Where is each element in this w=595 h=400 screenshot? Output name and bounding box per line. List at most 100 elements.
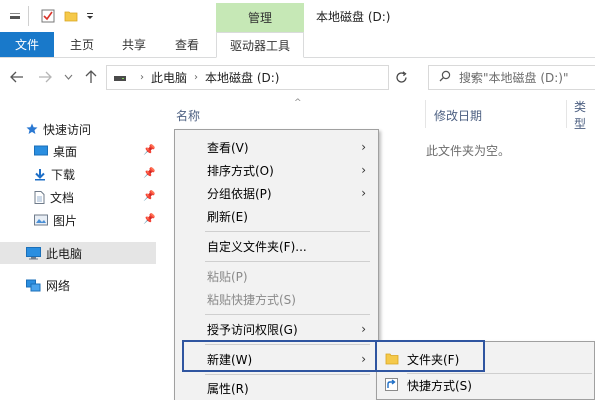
new-submenu: 文件夹(F) 快捷方式(S) (376, 341, 595, 400)
menu-item-label: 属性(R) (207, 381, 249, 396)
menu-item-label: 刷新(E) (207, 209, 248, 224)
tab-home[interactable]: 主页 (58, 32, 106, 57)
sidebar-item-desktop[interactable]: 桌面 (34, 140, 77, 162)
menu-item-label: 授予访问权限(G) (207, 322, 298, 337)
address-bar-row: › 此电脑 › 本地磁盘 (D:) ⌄ 搜索"本地磁盘 (D:)" (0, 58, 595, 98)
customize-quick-access-icon[interactable] (84, 8, 96, 24)
breadcrumb-local-disk-d[interactable]: 本地磁盘 (D:) (205, 69, 279, 86)
sidebar-item-label: 文档 (50, 190, 75, 205)
submenu-item-shortcut[interactable]: 快捷方式(S) (377, 374, 594, 396)
column-header-name[interactable]: 名称 (176, 105, 200, 125)
system-menu-icon[interactable] (8, 8, 22, 24)
menu-item-view[interactable]: 查看(V) › (175, 136, 378, 158)
title-bar: 管理 本地磁盘 (D:) (0, 0, 595, 32)
navigation-pane: 快速访问 桌面 📌 下载 📌 文档 📌 图片 📌 此电脑 网络 (0, 98, 166, 400)
documents-icon (34, 190, 45, 204)
new-folder-icon[interactable] (63, 8, 79, 24)
pin-icon[interactable]: 📌 (143, 168, 155, 179)
menu-separator (205, 374, 370, 375)
quick-access-divider (28, 6, 29, 26)
menu-item-customize-folder[interactable]: 自定义文件夹(F)... (175, 235, 378, 257)
explorer-window: 管理 本地磁盘 (D:) 文件 主页 共享 查看 驱动器工具 › 此电脑 › 本… (0, 0, 595, 400)
empty-folder-message: 此文件夹为空。 (426, 144, 511, 158)
breadcrumb-this-pc[interactable]: 此电脑 (151, 69, 187, 86)
menu-item-paste-shortcut: 粘贴快捷方式(S) (175, 288, 378, 310)
back-arrow-icon[interactable] (8, 68, 26, 86)
submenu-item-folder[interactable]: 文件夹(F) (377, 348, 594, 370)
menu-separator (205, 261, 370, 262)
column-header-type[interactable]: 类型 (574, 100, 595, 131)
shortcut-icon (385, 378, 398, 394)
star-icon (26, 123, 38, 135)
download-icon (34, 168, 46, 181)
sidebar-item-pictures[interactable]: 图片 (34, 209, 77, 231)
sidebar-item-label: 下载 (51, 167, 76, 182)
sidebar-item-label: 网络 (46, 278, 71, 293)
address-box[interactable]: › 此电脑 › 本地磁盘 (D:) ⌄ (106, 65, 477, 90)
drive-small-icon (113, 73, 127, 83)
menu-item-properties[interactable]: 属性(R) (175, 377, 378, 399)
submenu-arrow-icon: › (361, 186, 366, 200)
column-header-date-modified[interactable]: 修改日期 (434, 105, 482, 125)
menu-item-paste: 粘贴(P) (175, 265, 378, 287)
pin-icon[interactable]: 📌 (143, 145, 155, 156)
properties-icon[interactable] (40, 8, 56, 24)
breadcrumb-separator[interactable]: › (194, 72, 198, 83)
menu-item-sort-by[interactable]: 排序方式(O) › (175, 159, 378, 181)
search-box[interactable]: 搜索"本地磁盘 (D:)" (428, 65, 595, 90)
up-arrow-icon[interactable] (82, 68, 100, 86)
menu-item-label: 粘贴快捷方式(S) (207, 292, 296, 307)
submenu-item-label: 快捷方式(S) (407, 378, 472, 393)
tab-drive-tools[interactable]: 驱动器工具 (216, 32, 304, 58)
tab-share[interactable]: 共享 (110, 32, 158, 57)
tab-file[interactable]: 文件 (0, 32, 54, 57)
forward-arrow-icon[interactable] (36, 68, 54, 86)
tab-view[interactable]: 查看 (162, 32, 212, 57)
sidebar-item-label: 此电脑 (46, 246, 83, 261)
search-placeholder: 搜索"本地磁盘 (D:)" (459, 71, 569, 85)
column-divider[interactable] (425, 100, 426, 128)
desktop-icon (34, 145, 48, 157)
sidebar-item-label: 快速访问 (43, 122, 92, 137)
folder-icon (385, 352, 399, 368)
sidebar-item-label: 图片 (53, 213, 78, 228)
context-menu: 查看(V) › 排序方式(O) › 分组依据(P) › 刷新(E) 自定义文件夹… (174, 129, 379, 400)
submenu-item-label: 文件夹(F) (407, 352, 460, 367)
recent-locations-chevron-icon[interactable] (62, 68, 74, 86)
menu-separator (205, 344, 370, 345)
network-icon (26, 279, 41, 292)
pin-icon[interactable]: 📌 (143, 191, 155, 202)
sidebar-item-this-pc[interactable]: 此电脑 (0, 242, 156, 264)
menu-item-label: 粘贴(P) (207, 269, 248, 284)
column-divider[interactable] (566, 100, 567, 128)
submenu-arrow-icon: › (361, 140, 366, 154)
menu-item-label: 新建(W) (207, 352, 253, 367)
menu-separator (205, 231, 370, 232)
refresh-icon[interactable] (388, 65, 414, 90)
menu-item-new[interactable]: 新建(W) › (175, 348, 378, 370)
menu-item-label: 自定义文件夹(F)... (207, 239, 307, 254)
window-title: 本地磁盘 (D:) (316, 10, 391, 24)
menu-item-label: 查看(V) (207, 140, 249, 155)
search-icon (439, 70, 451, 85)
sort-ascending-icon: ^ (294, 98, 302, 108)
menu-item-group-by[interactable]: 分组依据(P) › (175, 182, 378, 204)
sidebar-item-quick-access[interactable]: 快速访问 (26, 118, 91, 140)
menu-item-label: 分组依据(P) (207, 186, 272, 201)
sidebar-item-downloads[interactable]: 下载 (34, 163, 75, 185)
sidebar-item-documents[interactable]: 文档 (34, 186, 74, 208)
sidebar-item-network[interactable]: 网络 (26, 274, 70, 296)
computer-icon (26, 246, 41, 260)
pin-icon[interactable]: 📌 (143, 214, 155, 225)
ribbon-tab-bar: 文件 主页 共享 查看 驱动器工具 (0, 32, 595, 58)
breadcrumb-separator[interactable]: › (140, 72, 144, 83)
menu-item-label: 排序方式(O) (207, 163, 274, 178)
submenu-arrow-icon: › (361, 322, 366, 336)
menu-item-refresh[interactable]: 刷新(E) (175, 205, 378, 227)
menu-item-give-access[interactable]: 授予访问权限(G) › (175, 318, 378, 340)
submenu-arrow-icon: › (361, 352, 366, 366)
menu-separator (205, 314, 370, 315)
sidebar-item-label: 桌面 (53, 144, 78, 159)
pictures-icon (34, 214, 48, 226)
context-tab-header-manage[interactable]: 管理 (216, 3, 304, 32)
